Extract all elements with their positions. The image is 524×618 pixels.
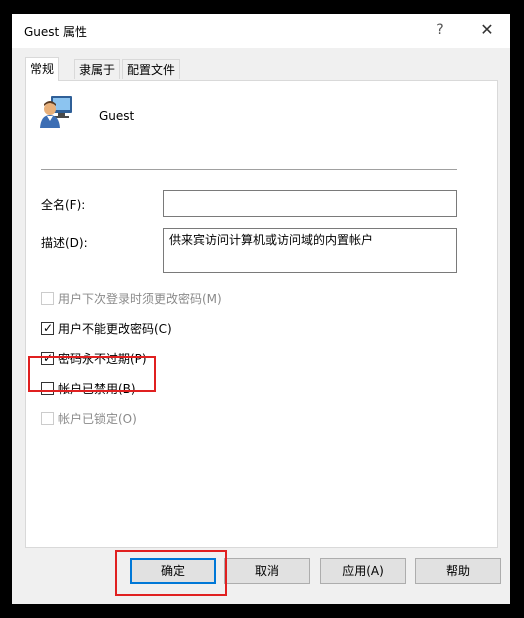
checkbox-label: 密码永不过期(P) [58,352,147,366]
checkbox-label: 帐户已禁用(B) [58,382,136,396]
general-tab-panel: Guest 全名(F): 描述(D): 供来宾访问计算机或访问域的内置帐户 用户… [25,80,498,548]
tab-member-of[interactable]: 隶属于 [74,59,121,79]
checkbox-box[interactable]: ✓ [41,351,54,365]
check-mark-icon: ✓ [43,321,54,335]
checkbox-box[interactable] [41,412,54,425]
tab-general[interactable]: 常规 [25,57,60,81]
checkbox-box[interactable]: ✓ [41,321,54,335]
checkbox-box[interactable] [41,382,54,395]
user-name: Guest [99,109,135,123]
help-icon[interactable]: ? [432,18,448,42]
checkbox-label: 帐户已锁定(O) [58,412,137,426]
fullname-label: 全名(F): [41,198,86,212]
checkbox-label: 用户下次登录时须更改密码(M) [58,292,222,306]
user-account-icon [40,96,72,128]
title-bar: Guest 属性 ? ✕ [12,14,510,48]
ok-button[interactable]: 确定 [130,558,216,584]
properties-dialog: Guest 属性 ? ✕ 常规 隶属于 配置文件 Guest 全名(F): 描述… [12,14,510,604]
description-input[interactable]: 供来宾访问计算机或访问域的内置帐户 [163,228,457,273]
help-button[interactable]: 帮助 [415,558,501,584]
checkbox-box[interactable] [41,292,54,305]
checkbox-label: 用户不能更改密码(C) [58,322,172,336]
close-icon[interactable]: ✕ [472,16,502,44]
cancel-button[interactable]: 取消 [224,558,310,584]
fullname-input[interactable] [163,190,457,217]
window-title: Guest 属性 [24,25,88,39]
apply-button[interactable]: 应用(A) [320,558,406,584]
tab-profile[interactable]: 配置文件 [122,59,181,79]
description-label: 描述(D): [41,236,88,250]
check-mark-icon: ✓ [43,351,54,365]
divider [41,169,457,170]
